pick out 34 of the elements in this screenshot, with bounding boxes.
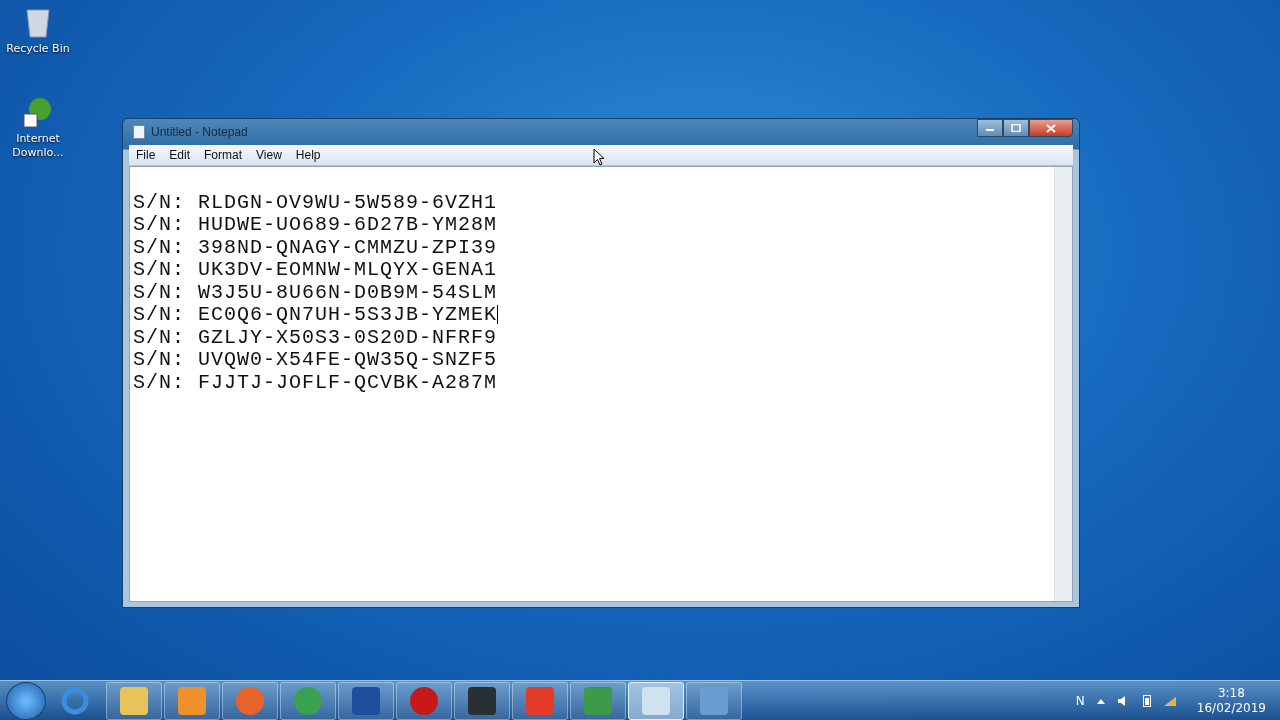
recycle-bin-icon[interactable]	[25, 6, 51, 38]
text-line: S/N: W3J5U-8U66N-D0B9M-54SLM	[133, 280, 498, 304]
mouse-pointer-icon	[593, 148, 605, 166]
window-title: Untitled - Notepad	[151, 125, 248, 139]
desktop-icon-label[interactable]: Recycle Bin	[3, 42, 73, 56]
notepad-icon	[133, 125, 145, 139]
start-button[interactable]	[6, 681, 46, 720]
language-indicator[interactable]: N	[1075, 693, 1085, 708]
clock-time[interactable]: 3:18	[1217, 685, 1245, 701]
menu-item[interactable]: Help	[288, 148, 328, 162]
scrollbar[interactable]	[1054, 167, 1072, 601]
menu-item[interactable]: Edit	[162, 148, 198, 162]
text-line: S/N: HUDWE-UO689-6D27B-YM28M	[133, 213, 498, 237]
battery-icon[interactable]	[1142, 694, 1151, 707]
text-line: S/N: RLDGN-OV9WU-5W589-6VZH1	[133, 190, 498, 214]
menu-item[interactable]: File	[129, 148, 163, 162]
browser-icon[interactable]	[60, 685, 90, 716]
maximize-button[interactable]	[1003, 119, 1029, 137]
minimize-button[interactable]	[977, 119, 1003, 137]
text-line: S/N: 398ND-QNAGY-CMMZU-ZPI39	[133, 235, 498, 259]
text-line: S/N: GZLJY-X50S3-0S20D-NFRF9	[133, 325, 498, 349]
text-line: S/N: UK3DV-EOMNW-MLQYX-GENA1	[133, 258, 498, 282]
close-icon	[1046, 123, 1056, 133]
text-line: S/N: UVQW0-X54FE-QW35Q-SNZF5	[133, 348, 498, 372]
menu-item[interactable]: Format	[197, 148, 250, 162]
up-arrow-icon[interactable]	[1096, 697, 1105, 704]
close-button[interactable]	[1029, 119, 1073, 137]
maximize-icon	[1011, 124, 1021, 132]
text-line: S/N: FJJTJ-JOFLF-QCVBK-A287M	[133, 370, 498, 394]
desktop-icon-label[interactable]: Internet Downlo...	[3, 132, 73, 160]
text-line: S/N: EC0Q6-QN7UH-5S3JB-YZMEK	[133, 303, 498, 327]
clock-date[interactable]: 16/02/2019	[1196, 700, 1266, 716]
menu-item[interactable]: View	[249, 148, 289, 162]
network-icon[interactable]	[1162, 694, 1177, 707]
